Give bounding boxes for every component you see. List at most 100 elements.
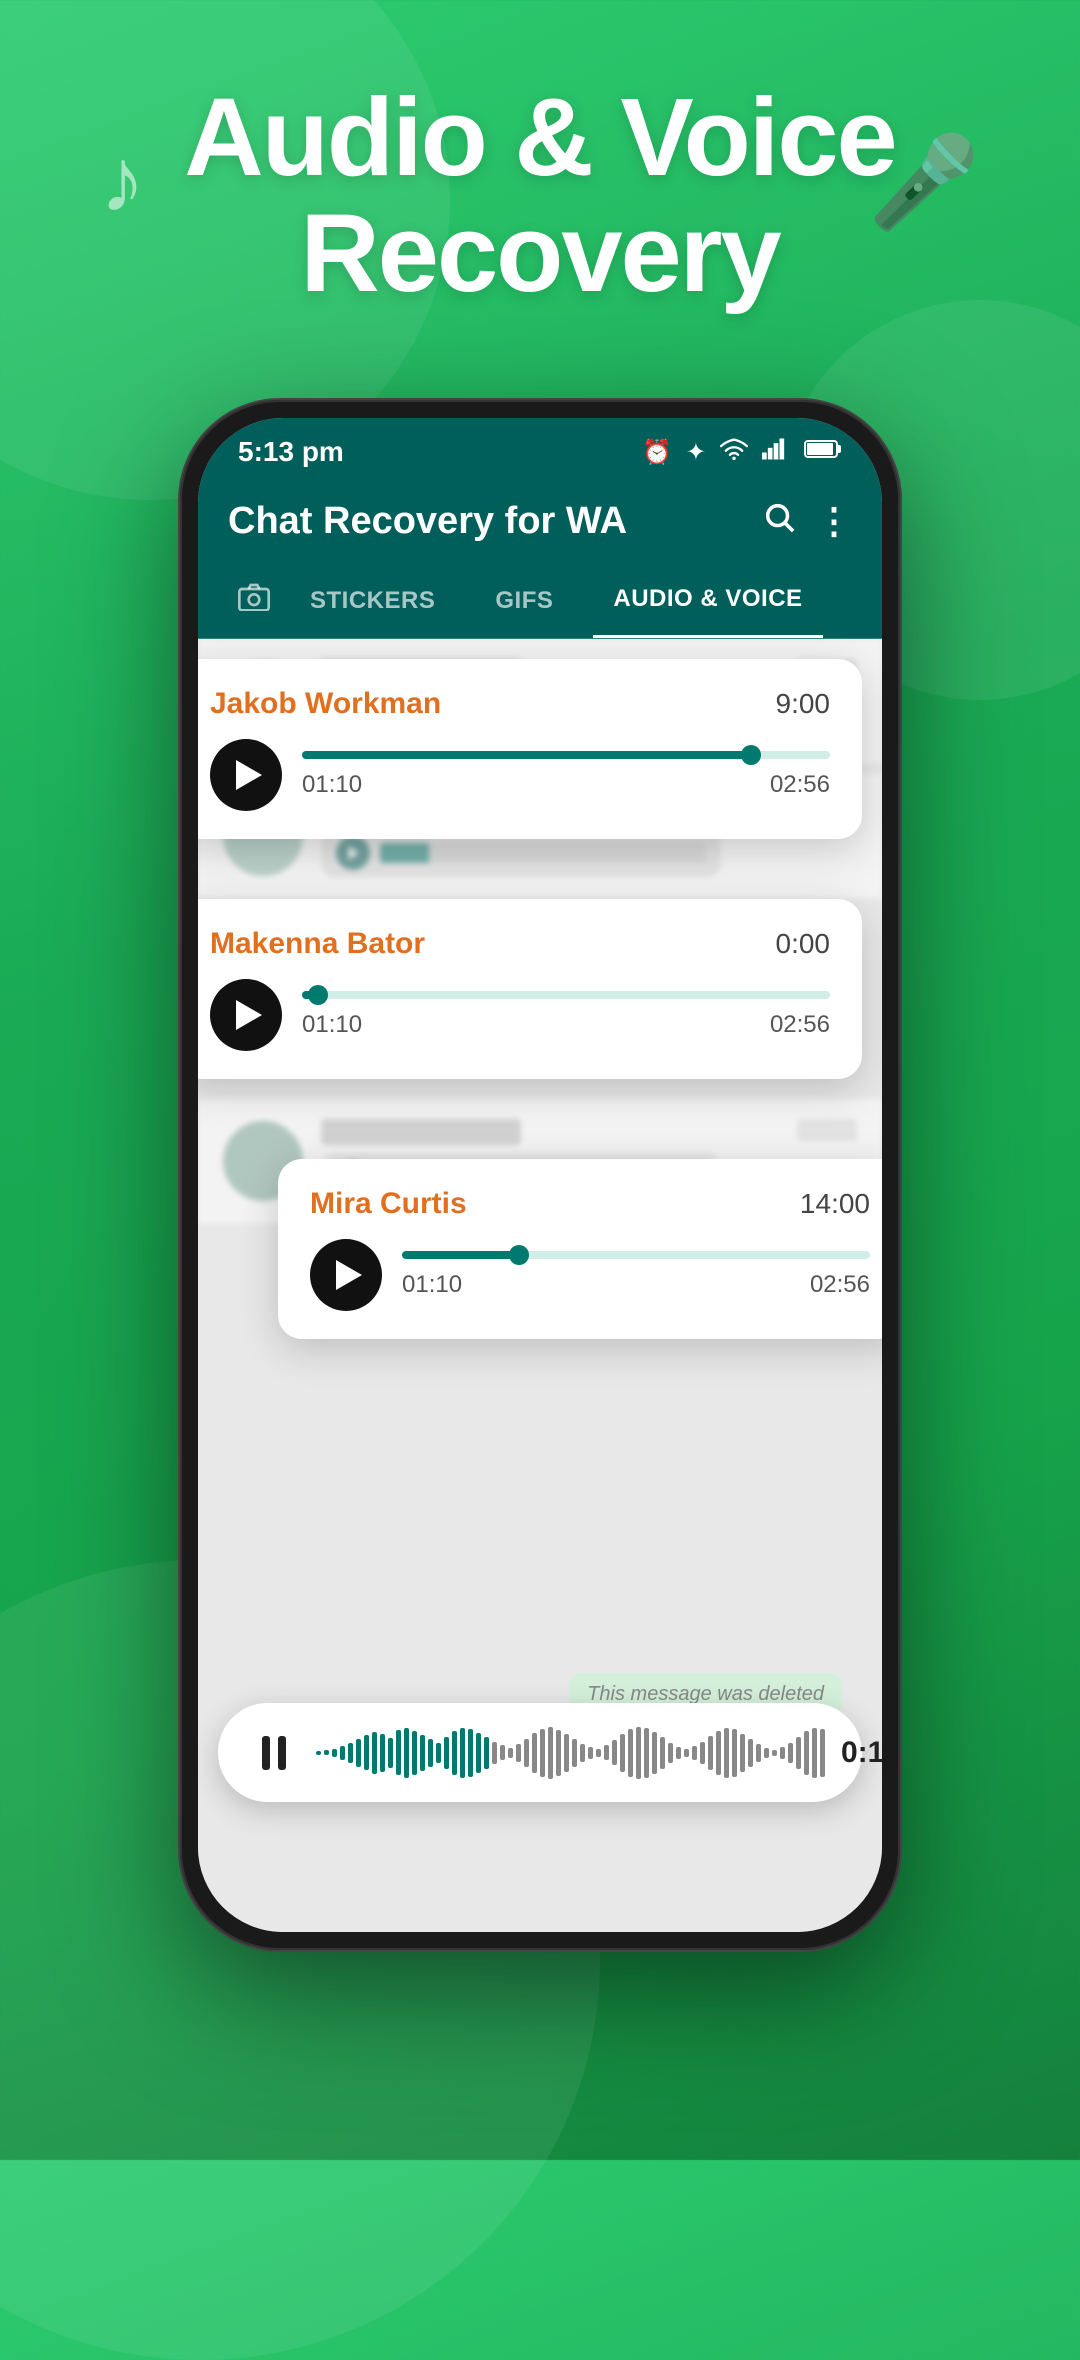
wave-bar-28 xyxy=(540,1729,545,1777)
wave-bar-7 xyxy=(372,1732,377,1774)
wave-bar-49 xyxy=(708,1736,713,1770)
waveform-display[interactable] xyxy=(316,1725,825,1780)
wave-bar-42 xyxy=(652,1732,657,1774)
wave-bar-40 xyxy=(636,1727,641,1779)
audio-card-jakob: Jakob Workman 9:00 xyxy=(198,659,862,839)
wave-bar-29 xyxy=(548,1727,553,1779)
wave-bar-2 xyxy=(332,1749,337,1757)
play-button-makenna[interactable] xyxy=(210,979,282,1051)
wave-bar-35 xyxy=(596,1749,601,1757)
status-icons: ⏰ ✦ xyxy=(642,438,842,467)
wave-bar-18 xyxy=(460,1728,465,1778)
battery-icon xyxy=(804,438,842,467)
wave-bar-11 xyxy=(404,1728,409,1778)
wave-bar-34 xyxy=(588,1747,593,1759)
wave-bar-41 xyxy=(644,1728,649,1778)
wave-bar-27 xyxy=(532,1733,537,1773)
progress-fill-makenna xyxy=(302,991,318,999)
wave-bar-8 xyxy=(380,1734,385,1772)
pause-bar-right xyxy=(278,1736,286,1770)
wave-bar-45 xyxy=(676,1747,681,1759)
status-bar: 5:13 pm ⏰ ✦ xyxy=(198,418,882,480)
app-bar-title: Chat Recovery for WA xyxy=(228,500,627,543)
wave-bar-13 xyxy=(420,1735,425,1771)
signal-icon xyxy=(762,438,790,467)
card-name-makenna: Makenna Bator xyxy=(210,927,425,961)
wave-bar-21 xyxy=(484,1737,489,1769)
wave-bar-19 xyxy=(468,1729,473,1777)
player-time: 0:11 xyxy=(841,1736,882,1770)
wave-bar-57 xyxy=(772,1750,777,1756)
more-options-icon[interactable]: ⋮ xyxy=(816,500,852,543)
bottom-audio-player: 0:11 xyxy=(218,1703,862,1802)
card-name-mira: Mira Curtis xyxy=(310,1187,467,1221)
search-icon[interactable] xyxy=(762,500,796,543)
status-time: 5:13 pm xyxy=(238,436,344,468)
progress-bar-mira[interactable] xyxy=(402,1251,870,1259)
tab-stickers[interactable]: STICKERS xyxy=(290,565,455,637)
wave-bar-16 xyxy=(444,1737,449,1769)
pause-bar-left xyxy=(262,1736,270,1770)
wave-bar-30 xyxy=(556,1730,561,1776)
wave-bar-54 xyxy=(748,1739,753,1767)
wave-bar-56 xyxy=(764,1748,769,1758)
music-icon: ♪ xyxy=(100,130,145,233)
current-time-makenna: 01:10 xyxy=(302,1011,362,1039)
play-button-mira[interactable] xyxy=(310,1239,382,1311)
phone-screen: 5:13 pm ⏰ ✦ xyxy=(198,418,882,1932)
phone-frame: 5:13 pm ⏰ ✦ xyxy=(180,400,900,1950)
progress-bar-makenna[interactable] xyxy=(302,991,830,999)
wave-bar-31 xyxy=(564,1734,569,1772)
wave-bar-36 xyxy=(604,1745,609,1760)
wave-bar-63 xyxy=(820,1729,825,1777)
wave-bar-22 xyxy=(492,1742,497,1764)
card-time-mira: 14:00 xyxy=(800,1188,870,1220)
app-bar-actions: ⋮ xyxy=(762,500,852,543)
tab-audio-voice[interactable]: AUDIO & VOICE xyxy=(593,563,822,638)
progress-thumb-jakob xyxy=(741,745,761,765)
wave-bar-24 xyxy=(508,1748,513,1758)
bluetooth-icon: ✦ xyxy=(686,438,706,467)
wave-bar-59 xyxy=(788,1743,793,1763)
header-section: ♪ 🎤 Audio & Voice Recovery xyxy=(0,0,1080,351)
wave-bar-6 xyxy=(364,1735,369,1770)
wave-bar-15 xyxy=(436,1743,441,1763)
wave-bar-44 xyxy=(668,1743,673,1763)
wave-bar-39 xyxy=(628,1729,633,1777)
wifi-icon xyxy=(720,438,748,467)
wave-bar-58 xyxy=(780,1747,785,1759)
wave-bar-14 xyxy=(428,1739,433,1767)
wave-bar-12 xyxy=(412,1731,417,1775)
pause-icon xyxy=(262,1736,286,1770)
wave-bar-4 xyxy=(348,1743,353,1763)
wave-bar-0 xyxy=(316,1751,321,1755)
progress-thumb-mira xyxy=(509,1245,529,1265)
wave-bar-1 xyxy=(324,1750,329,1755)
tab-gifs[interactable]: GIFS xyxy=(475,565,573,637)
wave-bar-61 xyxy=(804,1731,809,1775)
progress-bar-jakob[interactable] xyxy=(302,751,830,759)
wave-bar-10 xyxy=(396,1730,401,1775)
audio-card-makenna: Makenna Bator 0:00 xyxy=(198,899,862,1079)
wave-bar-55 xyxy=(756,1744,761,1762)
card-time-makenna: 0:00 xyxy=(776,928,831,960)
wave-bar-33 xyxy=(580,1744,585,1762)
wave-bar-60 xyxy=(796,1737,801,1769)
wave-bar-17 xyxy=(452,1731,457,1775)
wave-bar-26 xyxy=(524,1739,529,1767)
play-button-jakob[interactable] xyxy=(210,739,282,811)
wave-bar-50 xyxy=(716,1731,721,1775)
chat-area: This message was deleted Jakob Workman 9… xyxy=(198,639,882,1932)
wave-bar-43 xyxy=(660,1737,665,1769)
progress-thumb-makenna xyxy=(308,985,328,1005)
wave-bar-53 xyxy=(740,1734,745,1772)
wave-bar-51 xyxy=(724,1728,729,1778)
wave-bar-25 xyxy=(516,1744,521,1762)
tab-camera[interactable] xyxy=(218,565,290,636)
mic-icon: 🎤 xyxy=(868,130,980,235)
total-time-makenna: 02:56 xyxy=(770,1011,830,1039)
pause-button[interactable] xyxy=(248,1727,300,1779)
wave-bar-3 xyxy=(340,1746,345,1760)
wave-bar-5 xyxy=(356,1739,361,1767)
progress-fill-jakob xyxy=(302,751,751,759)
